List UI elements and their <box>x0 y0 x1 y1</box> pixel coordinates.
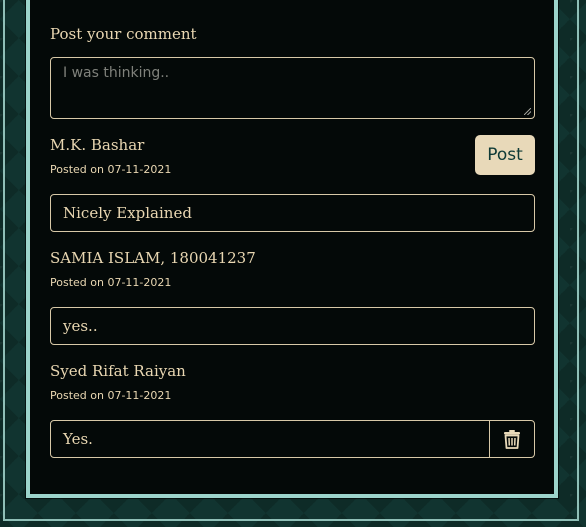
comment-text-box: Nicely Explained <box>50 194 535 232</box>
resize-grip-icon[interactable] <box>524 108 531 115</box>
comment-author: Syed Rifat Raiyan <box>50 362 186 380</box>
comment-text-box: yes.. <box>50 307 535 345</box>
comment-date: Posted on 07-11-2021 <box>50 389 172 402</box>
post-comment-label: Post your comment <box>50 25 197 43</box>
comment-text: yes.. <box>63 317 98 335</box>
comment-textarea[interactable]: I was thinking.. <box>50 57 535 119</box>
delete-comment-button[interactable] <box>489 420 535 458</box>
comment-date: Posted on 07-11-2021 <box>50 163 172 176</box>
comment-author: SAMIA ISLAM, 180041237 <box>50 249 256 267</box>
trash-icon <box>504 430 520 449</box>
comment-text: Yes. <box>63 430 93 448</box>
comment-author: M.K. Bashar <box>50 136 145 154</box>
comment-date: Posted on 07-11-2021 <box>50 276 172 289</box>
comment-placeholder: I was thinking.. <box>63 65 170 81</box>
comment-text: Nicely Explained <box>63 204 192 222</box>
post-button[interactable]: Post <box>475 135 535 175</box>
comment-text-box: Yes. <box>50 420 490 458</box>
